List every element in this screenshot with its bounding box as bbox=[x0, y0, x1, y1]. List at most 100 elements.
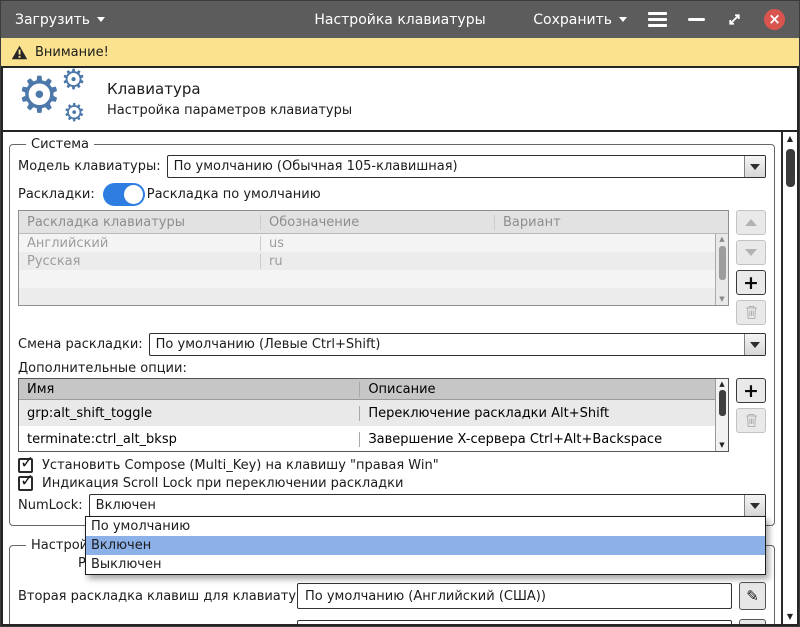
scroll-thumb[interactable] bbox=[719, 390, 726, 416]
maximize-button[interactable] bbox=[726, 11, 743, 28]
group-system: Система Модель клавиатуры: По умолчанию … bbox=[9, 137, 775, 526]
group-system-label: Система bbox=[26, 137, 94, 152]
second-layout-field[interactable]: По умолчанию (Английский (США)) bbox=[297, 583, 732, 609]
gears-icon: ⚙ ⚙ ⚙ bbox=[15, 70, 93, 128]
content-frame: ⚙ ⚙ ⚙ Клавиатура Настройка параметров кл… bbox=[1, 66, 799, 626]
page-title: Клавиатура bbox=[107, 80, 352, 98]
dropdown-arrow-button[interactable] bbox=[744, 495, 765, 516]
dropdown-option-on[interactable]: Включен bbox=[86, 536, 765, 555]
keyboard-model-value: По умолчанию (Обычная 105-клавишная) bbox=[168, 156, 744, 177]
move-down-button[interactable] bbox=[736, 240, 766, 265]
layouts-default-toggle[interactable] bbox=[103, 183, 145, 206]
add-option-button[interactable]: + bbox=[736, 378, 766, 403]
move-up-button[interactable] bbox=[736, 210, 766, 235]
dropdown-arrow-button[interactable] bbox=[744, 334, 765, 355]
expand-icon bbox=[726, 11, 743, 28]
scroll-down-icon[interactable]: ▼ bbox=[716, 442, 728, 449]
scroll-up-icon[interactable]: ▲ bbox=[783, 135, 797, 143]
warning-banner: Внимание! bbox=[1, 38, 799, 66]
options-label: Дополнительные опции: bbox=[18, 361, 766, 376]
table-row[interactable]: terminate:ctrl_alt_bksp Завершение X-сер… bbox=[19, 426, 728, 452]
font-row: Шрифт: По умолчанию (Европейская латинск… bbox=[18, 619, 766, 624]
table-row[interactable]: Русская ru bbox=[19, 252, 728, 270]
edit-second-layout-button[interactable]: ✎ bbox=[739, 582, 766, 610]
column-header: Обозначение bbox=[260, 215, 494, 230]
layouts-label: Раскладки: bbox=[18, 187, 95, 202]
app-header: ⚙ ⚙ ⚙ Клавиатура Настройка параметров кл… bbox=[3, 68, 797, 132]
layout-switch-label: Смена раскладки: bbox=[18, 337, 143, 352]
layouts-toggle-row: Раскладки: Раскладка по умолчанию bbox=[18, 183, 766, 206]
save-menu-button[interactable]: Сохранить bbox=[533, 12, 627, 28]
dropdown-arrow-button[interactable] bbox=[744, 156, 765, 177]
chevron-down-icon bbox=[619, 17, 627, 22]
scrolllock-checkbox-label: Индикация Scroll Lock при переключении р… bbox=[42, 476, 403, 491]
keyboard-model-label: Модель клавиатуры: bbox=[18, 159, 161, 174]
layouts-table: Раскладка клавиатуры Обозначение Вариант… bbox=[18, 210, 729, 306]
numlock-value: Включен bbox=[90, 495, 744, 516]
table-row bbox=[19, 270, 728, 288]
column-header: Описание bbox=[359, 382, 728, 397]
warning-icon bbox=[11, 45, 28, 60]
menu-icon[interactable] bbox=[648, 12, 667, 27]
page-subtitle: Настройка параметров клавиатуры bbox=[107, 103, 352, 118]
table-scrollbar[interactable]: ▲ ▼ bbox=[715, 234, 728, 305]
numlock-label: NumLock: bbox=[18, 498, 83, 513]
second-layout-row: Вторая раскладка клавиш для клавиатуры: … bbox=[18, 582, 766, 610]
up-icon bbox=[745, 219, 757, 226]
load-menu-button[interactable]: Загрузить bbox=[15, 12, 105, 28]
pencil-icon: ✎ bbox=[746, 587, 759, 605]
save-menu-label: Сохранить bbox=[533, 12, 612, 28]
scroll-down-icon[interactable]: ▼ bbox=[716, 296, 728, 303]
delete-layout-button[interactable] bbox=[736, 300, 766, 325]
minimize-button[interactable] bbox=[688, 18, 705, 22]
column-header: Имя bbox=[19, 382, 359, 397]
scroll-thumb[interactable] bbox=[786, 149, 795, 187]
add-layout-button[interactable]: + bbox=[736, 270, 766, 295]
scroll-down-icon[interactable]: ▼ bbox=[783, 613, 797, 621]
second-layout-label: Вторая раскладка клавиш для клавиатуры: bbox=[18, 589, 290, 604]
close-button[interactable]: × bbox=[764, 9, 785, 30]
layout-switch-select[interactable]: По умолчанию (Левые Ctrl+Shift) bbox=[149, 333, 766, 356]
close-icon: × bbox=[768, 12, 781, 27]
delete-option-button[interactable] bbox=[736, 408, 766, 433]
scroll-up-icon[interactable]: ▲ bbox=[716, 236, 728, 243]
keyboard-model-select[interactable]: По умолчанию (Обычная 105-клавишная) bbox=[167, 155, 766, 178]
options-table: Имя Описание grp:alt_shift_toggle Перекл… bbox=[18, 378, 729, 452]
titlebar: Загрузить Настройка клавиатуры Сохранить… bbox=[1, 1, 799, 38]
scroll-up-icon[interactable]: ▲ bbox=[716, 381, 728, 388]
layouts-table-header: Раскладка клавиатуры Обозначение Вариант bbox=[19, 211, 728, 234]
chevron-down-icon bbox=[750, 342, 760, 348]
numlock-select[interactable]: Включен bbox=[89, 494, 766, 517]
check-icon: ✓ bbox=[20, 471, 34, 491]
layouts-toggle-label: Раскладка по умолчанию bbox=[147, 187, 321, 202]
numlock-row: NumLock: Включен По умолчанию Включен Вы… bbox=[18, 494, 766, 517]
edit-font-button[interactable]: ✎ bbox=[739, 619, 766, 624]
table-row[interactable]: grp:alt_shift_toggle Переключение раскла… bbox=[19, 400, 728, 426]
trash-icon bbox=[745, 305, 758, 320]
chevron-down-icon bbox=[97, 17, 105, 22]
dropdown-option-default[interactable]: По умолчанию bbox=[86, 517, 765, 536]
scrolllock-checkbox[interactable]: ✓ bbox=[18, 476, 33, 491]
table-row[interactable]: Английский us bbox=[19, 234, 728, 252]
load-menu-label: Загрузить bbox=[15, 12, 90, 28]
table-row bbox=[19, 288, 728, 306]
trash-icon bbox=[745, 413, 758, 428]
chevron-down-icon bbox=[750, 503, 760, 509]
layout-switch-row: Смена раскладки: По умолчанию (Левые Ctr… bbox=[18, 333, 766, 356]
toggle-knob bbox=[124, 185, 143, 204]
options-table-header: Имя Описание bbox=[19, 379, 728, 400]
table-scrollbar[interactable]: ▲ ▼ bbox=[715, 379, 728, 451]
dropdown-option-off[interactable]: Выключен bbox=[86, 555, 765, 574]
font-field[interactable]: По умолчанию (Европейская латинская) bbox=[297, 620, 732, 624]
compose-checkbox-label: Установить Compose (Multi_Key) на клавиш… bbox=[42, 458, 439, 473]
keyboard-model-row: Модель клавиатуры: По умолчанию (Обычная… bbox=[18, 155, 766, 178]
chevron-down-icon bbox=[750, 164, 760, 170]
scrolllock-checkbox-row: ✓ Индикация Scroll Lock при переключении… bbox=[18, 476, 766, 491]
main-scrollbar[interactable]: ▲ ▼ bbox=[781, 132, 797, 624]
layout-switch-value: По умолчанию (Левые Ctrl+Shift) bbox=[150, 334, 744, 355]
scroll-thumb[interactable] bbox=[719, 246, 726, 280]
check-icon: ✓ bbox=[20, 453, 34, 473]
column-header: Раскладка клавиатуры bbox=[19, 215, 260, 230]
numlock-dropdown-list: По умолчанию Включен Выключен bbox=[85, 516, 766, 575]
warning-text: Внимание! bbox=[35, 45, 109, 60]
